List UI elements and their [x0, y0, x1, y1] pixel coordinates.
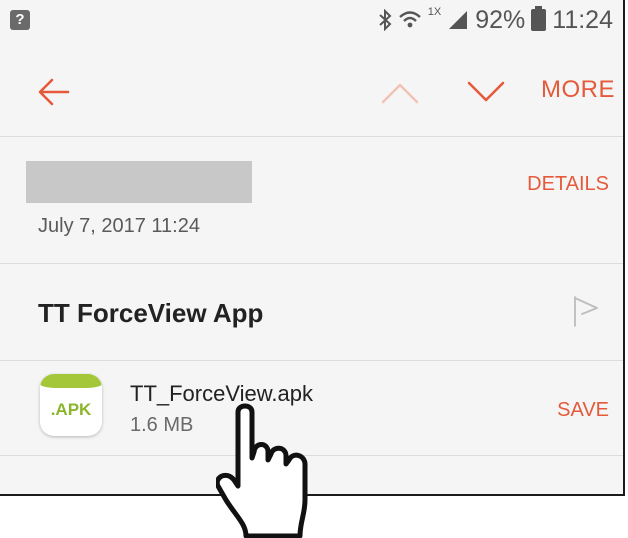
apk-file-icon: .APK	[40, 374, 102, 436]
battery-icon	[531, 6, 547, 31]
sender-header: July 7, 2017 11:24 DETAILS	[0, 137, 623, 264]
details-button[interactable]: DETAILS	[527, 173, 609, 196]
network-type-label: 1X	[427, 6, 442, 18]
status-bar: ? 1X 92% 11:24	[0, 0, 623, 46]
subject-row: TT ForceView App	[0, 264, 623, 361]
battery-percent: 92%	[475, 5, 526, 34]
notification-icon: ?	[10, 10, 30, 30]
chevron-up-icon[interactable]	[380, 78, 420, 106]
chevron-down-icon[interactable]	[466, 78, 506, 106]
bluetooth-icon	[379, 9, 392, 31]
attachment-file-size: 1.6 MB	[130, 414, 194, 436]
more-button[interactable]: MORE	[541, 76, 615, 104]
hand-pointer-icon	[216, 403, 308, 538]
wifi-icon	[398, 11, 421, 28]
save-button[interactable]: SAVE	[557, 399, 609, 422]
message-subject: TT ForceView App	[38, 298, 264, 328]
status-icons: 1X 92% 11:24	[378, 6, 613, 34]
signal-icon	[449, 11, 468, 29]
clock: 11:24	[552, 5, 613, 34]
back-arrow-icon[interactable]	[36, 74, 72, 110]
apk-icon-label: .APK	[50, 400, 92, 419]
toolbar: MORE	[0, 46, 623, 137]
flag-icon[interactable]	[571, 294, 601, 328]
sender-name-redacted	[26, 161, 252, 203]
message-date: July 7, 2017 11:24	[38, 215, 200, 237]
